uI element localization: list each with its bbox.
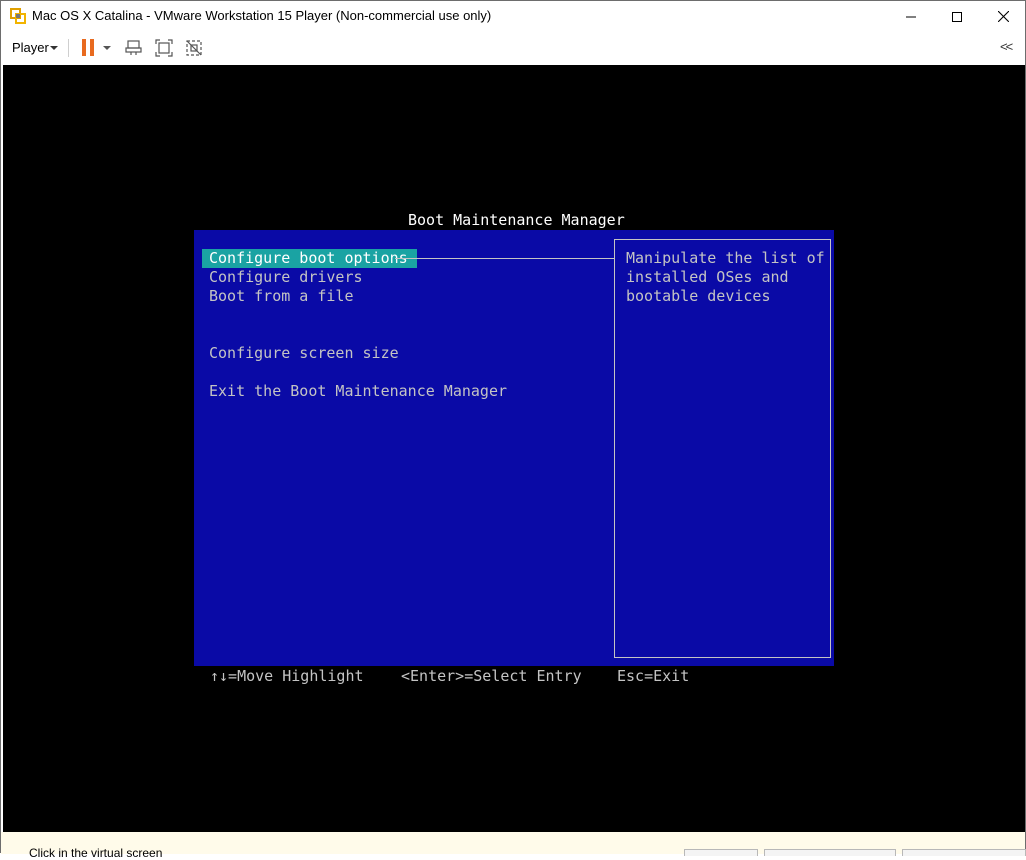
- power-menu-chevron-icon[interactable]: [103, 46, 111, 50]
- help-text-line: bootable devices: [626, 287, 771, 305]
- maximize-button[interactable]: [934, 1, 980, 32]
- page-title: Boot Maintenance Manager: [408, 211, 625, 229]
- menu-item-configure-drivers[interactable]: Configure drivers: [209, 268, 363, 287]
- minimize-icon: [906, 16, 916, 17]
- help-text-line: installed OSes and: [626, 268, 789, 286]
- minimize-button[interactable]: [888, 1, 934, 32]
- close-button[interactable]: [980, 1, 1026, 32]
- window-title: Mac OS X Catalina - VMware Workstation 1…: [32, 8, 492, 23]
- menu-item-exit-boot-maintenance-manager[interactable]: Exit the Boot Maintenance Manager: [209, 382, 507, 401]
- footer-exit: Esc=Exit: [617, 667, 690, 685]
- fullscreen-icon[interactable]: [155, 39, 173, 57]
- toolbar-divider: [68, 39, 69, 57]
- player-menu-button[interactable]: Player: [12, 40, 49, 55]
- status-hint: Click in the virtual screen: [29, 846, 163, 860]
- title-bar[interactable]: Mac OS X Catalina - VMware Workstation 1…: [1, 1, 1025, 32]
- player-toolbar: Player <<: [1, 32, 1025, 64]
- help-connector-line: [395, 258, 614, 259]
- send-ctrl-alt-del-icon[interactable]: [125, 39, 143, 57]
- footer-move-highlight: ↑↓=Move Highlight: [210, 667, 364, 685]
- chevron-down-icon[interactable]: [50, 46, 58, 50]
- help-text-line: Manipulate the list of: [626, 249, 825, 267]
- maximize-icon: [952, 11, 962, 22]
- unity-icon[interactable]: [185, 39, 203, 57]
- vmware-app-icon: [10, 8, 26, 24]
- menu-item-configure-screen-size[interactable]: Configure screen size: [209, 344, 399, 363]
- vmware-player-window: Mac OS X Catalina - VMware Workstation 1…: [0, 0, 1026, 860]
- pause-icon[interactable]: [82, 39, 95, 56]
- menu-item-configure-boot-options[interactable]: Configure boot options: [202, 249, 417, 268]
- close-icon: [997, 11, 1009, 22]
- footer-select-entry: <Enter>=Select Entry: [401, 667, 582, 685]
- status-bar: Click in the virtual screen: [1, 832, 1026, 860]
- menu-item-boot-from-file[interactable]: Boot from a file: [209, 287, 354, 306]
- collapse-toolbar-icon[interactable]: <<: [1000, 39, 1013, 54]
